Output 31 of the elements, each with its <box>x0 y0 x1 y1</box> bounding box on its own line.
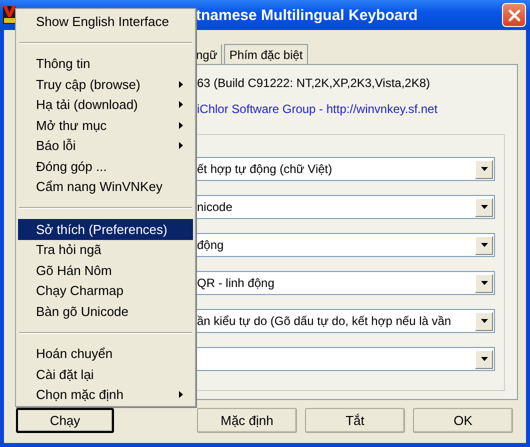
menu-item[interactable]: Cài đặt lại <box>18 364 193 384</box>
close-icon <box>508 8 520 22</box>
menu-item[interactable]: Báo lỗi <box>18 136 193 156</box>
menu-item[interactable]: Truy cập (browse) <box>18 74 193 94</box>
dropdown[interactable]: ết hợp tự động (chữ Việt) <box>197 157 495 181</box>
button[interactable]: Mặc định <box>197 408 297 433</box>
menu-item[interactable]: Chọn mặc định <box>18 384 193 405</box>
menu-item[interactable]: Cẩm nang WinVNKey <box>18 176 193 197</box>
dropdown[interactable]: ần kiểu tự do (Gõ dấu tự do, kết hợp nếu là vần <box>197 309 495 333</box>
menu-item[interactable]: Show English Interface <box>18 11 193 32</box>
menu-item[interactable]: Chạy Charmap <box>18 280 193 301</box>
website-link[interactable]: iChlor Software Group - http://winvnkey.sf.net <box>197 102 438 116</box>
app-icon <box>3 6 16 24</box>
window-title: tnamese Multilingual Keyboard <box>196 6 418 24</box>
menu-item[interactable]: Gõ Hán Nôm <box>18 260 193 280</box>
menu-item[interactable]: Bàn gõ Unicode <box>18 301 193 322</box>
dropdown[interactable]: QR - linh động <box>197 271 495 295</box>
button[interactable]: OK <box>413 408 513 433</box>
button[interactable]: Chạy <box>16 408 114 433</box>
menu-item[interactable]: Thông tin <box>18 54 193 74</box>
version-text: 63 (Build C91222: NT,2K,XP,2K3,Vista,2K8) <box>197 76 432 90</box>
menu-item[interactable]: Sở thích (Preferences) <box>18 219 193 240</box>
button[interactable]: Tắt <box>305 408 405 433</box>
menu-item[interactable]: Đóng góp ... <box>18 156 193 176</box>
menu-item[interactable]: Hạ tải (download) <box>18 94 193 115</box>
close-button[interactable] <box>502 3 526 27</box>
dropdown[interactable]: nicode <box>197 195 495 219</box>
menu-item[interactable]: Tra hỏi ngã <box>18 240 193 260</box>
dropdown[interactable]: động <box>197 233 495 257</box>
menu-item[interactable]: Mở thư mục <box>18 115 193 136</box>
menu-item[interactable]: Hoán chuyển <box>18 344 193 364</box>
